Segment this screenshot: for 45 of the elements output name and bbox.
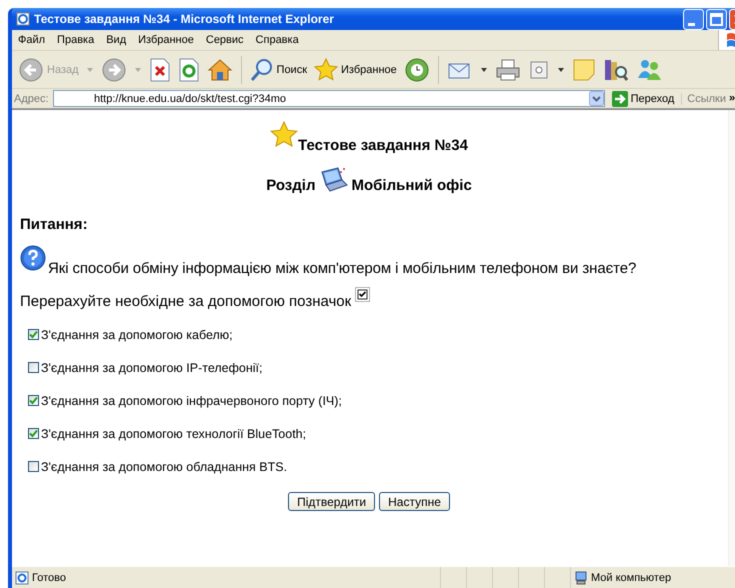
address-label: Адрес:: [14, 92, 50, 104]
address-field[interactable]: http://knue.edu.ua/do/skt/test.cgi?34mo: [53, 90, 605, 107]
submit-button[interactable]: Підтвердити: [288, 492, 376, 511]
menu-item[interactable]: Вид: [100, 34, 132, 46]
zone-text: Мой компьютер: [591, 572, 672, 584]
checkbox[interactable]: [28, 428, 39, 439]
next-button[interactable]: Наступне: [379, 492, 450, 511]
help-icon: [20, 245, 46, 271]
option-label: З'єднання за допомогою обладнання BTS.: [41, 460, 288, 474]
computer-icon: [574, 570, 588, 584]
search-button[interactable]: Поиск: [248, 58, 310, 82]
star-icon: [314, 58, 338, 82]
option-label: З'єднання за допомогою кабелю;: [41, 328, 233, 342]
question-text: Які способи обміну інформацією між комп'ютером і мобільним телефоном ви знаєте?: [48, 260, 636, 277]
section-name: Мобільний офіс: [351, 176, 472, 194]
option-label: З'єднання за допомогою інфрачервоного порту (ІЧ);: [41, 394, 342, 408]
favorites-button[interactable]: Избранное: [312, 58, 399, 82]
checkbox[interactable]: [28, 329, 39, 340]
window-title: Тестове завдання №34 - Microsoft Internet Explorer: [34, 12, 335, 26]
option-label: З'єднання за допомогою IP-телефонії;: [41, 360, 262, 374]
minimize-icon[interactable]: [683, 8, 704, 30]
status-text: Готово: [32, 572, 66, 584]
star-icon: [270, 121, 298, 149]
menu-item[interactable]: Сервис: [200, 34, 250, 46]
browser-icon: [16, 12, 30, 26]
links-button[interactable]: Ссылки: [681, 92, 726, 104]
page-icon: [15, 570, 29, 584]
checkbox[interactable]: [28, 362, 39, 373]
menu-item[interactable]: Файл: [12, 34, 52, 46]
magnifier-icon: [250, 58, 274, 82]
checkbox[interactable]: [28, 461, 39, 472]
go-arrow-icon: [612, 90, 628, 106]
instruction-text: Перерахуйте необхідне за допомогою позначок: [20, 293, 352, 310]
page-heading: Тестове завдання №34: [298, 137, 468, 154]
question-label: Питання:: [20, 216, 89, 233]
menu-item[interactable]: Избранное: [132, 34, 200, 46]
menu-item[interactable]: Правка: [51, 34, 100, 46]
go-button[interactable]: Переход: [608, 90, 678, 106]
checkbox-icon: [355, 287, 370, 302]
checkbox[interactable]: [28, 395, 39, 406]
more-chevron[interactable]: »: [729, 93, 735, 104]
option-label: З'єднання за допомогою технології BlueTooth;: [41, 426, 306, 440]
menu-item[interactable]: Справка: [250, 34, 305, 46]
maximize-icon[interactable]: [706, 8, 727, 30]
section-label: Розділ: [266, 176, 316, 194]
